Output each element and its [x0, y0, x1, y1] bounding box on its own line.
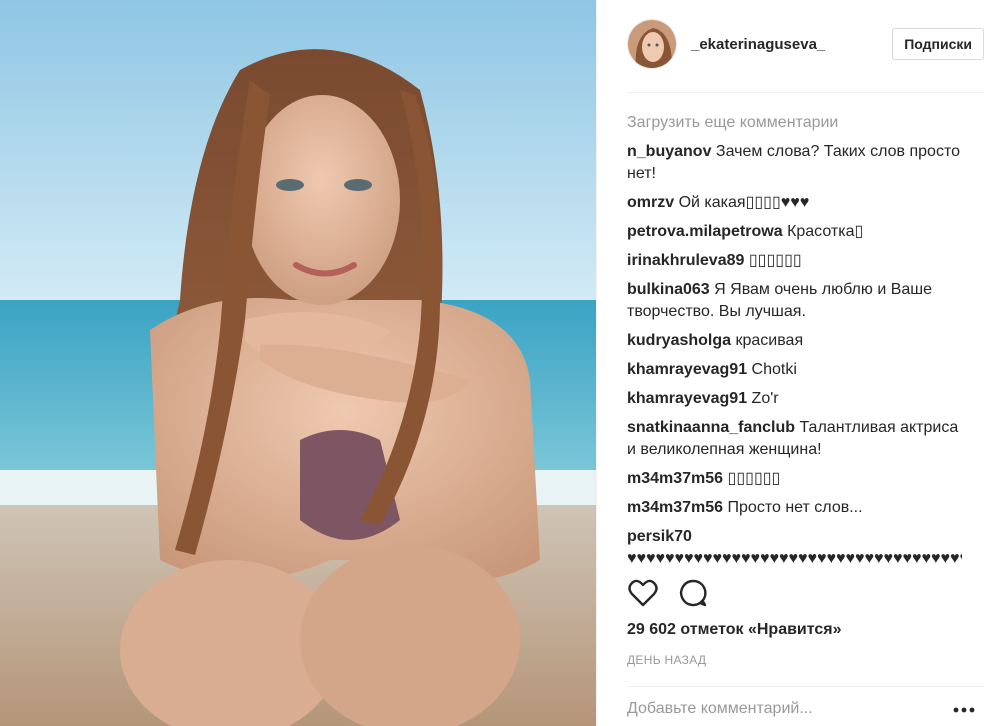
comment-text: Ой какая▯▯▯▯♥♥♥	[678, 194, 810, 211]
comment-text: ▯▯▯▯▯▯	[748, 252, 802, 269]
comments-list: Загрузить еще комментарии n_buyanov Заче…	[627, 112, 962, 566]
comment-item: n_buyanov Зачем слова? Таких слов просто…	[627, 141, 962, 185]
comment-username[interactable]: omrzv	[627, 194, 674, 211]
comment-username[interactable]: n_buyanov	[627, 143, 711, 160]
post-photo[interactable]	[0, 0, 596, 726]
post-actions	[627, 577, 727, 609]
like-button[interactable]	[627, 577, 659, 609]
likes-count[interactable]: 29 602 отметок «Нравится»	[627, 621, 842, 639]
comment-item: omrzv Ой какая▯▯▯▯♥♥♥	[627, 192, 962, 214]
comment-item: m34m37m56 Просто нет слов...	[627, 497, 962, 519]
comment-item: irinakhruleva89 ▯▯▯▯▯▯	[627, 250, 962, 272]
comment-text: Просто нет слов...	[727, 499, 863, 516]
more-options-button[interactable]	[952, 700, 976, 720]
comment-username[interactable]: irinakhruleva89	[627, 252, 744, 269]
comment-username[interactable]: khamrayevag91	[627, 390, 747, 407]
comment-button[interactable]	[677, 577, 709, 609]
post-details-panel: _ekaterinaguseva_ Подписки Загрузить еще…	[596, 0, 990, 726]
comment-username[interactable]: khamrayevag91	[627, 361, 747, 378]
beach-portrait-image	[0, 0, 596, 726]
following-button[interactable]: Подписки	[892, 28, 984, 60]
comment-text: красивая	[735, 332, 804, 349]
post-timestamp[interactable]: ДЕНЬ НАЗАД	[627, 653, 706, 667]
comment-item: petrova.milapetrowa Красотка▯	[627, 221, 962, 243]
post-author-username[interactable]: _ekaterinaguseva_	[691, 36, 825, 53]
comment-username[interactable]: m34m37m56	[627, 470, 723, 487]
comment-text: Zo'r	[751, 390, 779, 407]
comment-text: Chotki	[751, 361, 797, 378]
heart-outline-icon	[628, 579, 658, 607]
divider	[627, 686, 984, 687]
comment-username[interactable]: snatkinaanna_fanclub	[627, 419, 795, 436]
speech-bubble-icon	[679, 579, 707, 607]
post-header: _ekaterinaguseva_ Подписки	[627, 16, 984, 72]
comment-item: snatkinaanna_fanclub Талантливая актриса…	[627, 417, 962, 461]
add-comment-input[interactable]	[627, 700, 940, 718]
comment-item: m34m37m56 ▯▯▯▯▯▯	[627, 468, 962, 490]
comment-username[interactable]: kudryasholga	[627, 332, 731, 349]
comment-item: khamrayevag91 Zo'r	[627, 388, 962, 410]
comment-username[interactable]: persik70	[627, 528, 692, 545]
more-dots-icon	[953, 707, 975, 713]
comment-item: bulkina063 Я Явам очень люблю и Ваше тво…	[627, 279, 962, 323]
comment-text: ▯▯▯▯▯▯	[727, 470, 781, 487]
comment-item: khamrayevag91 Chotki	[627, 359, 962, 381]
comment-item: persik70 ♥♥♥♥♥♥♥♥♥♥♥♥♥♥♥♥♥♥♥♥♥♥♥♥♥♥♥♥♥♥♥…	[627, 526, 962, 566]
divider	[627, 92, 984, 93]
comment-username[interactable]: petrova.milapetrowa	[627, 223, 783, 240]
comment-username[interactable]: m34m37m56	[627, 499, 723, 516]
comment-text: Красотка▯	[787, 223, 864, 240]
avatar[interactable]	[627, 19, 677, 69]
load-more-comments-link[interactable]: Загрузить еще комментарии	[627, 112, 962, 134]
comment-username[interactable]: bulkina063	[627, 281, 710, 298]
comment-text: ♥♥♥♥♥♥♥♥♥♥♥♥♥♥♥♥♥♥♥♥♥♥♥♥♥♥♥♥♥♥♥♥♥♥♥♥♥♥	[627, 550, 962, 566]
comment-item: kudryasholga красивая	[627, 330, 962, 352]
